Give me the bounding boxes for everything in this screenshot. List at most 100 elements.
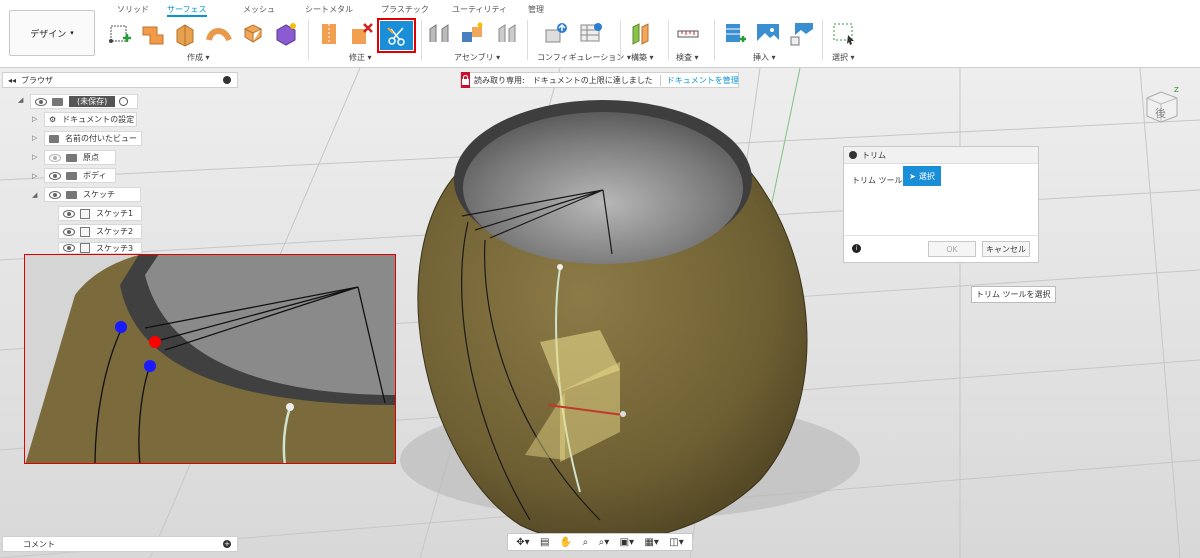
group-inspect[interactable]: 検査 ▾ xyxy=(676,52,699,63)
activate-radio-icon[interactable] xyxy=(119,97,129,106)
insert-derive-icon[interactable] xyxy=(722,21,748,47)
expand-triangle-icon[interactable]: ▷ xyxy=(32,172,37,180)
add-comment-icon[interactable]: + xyxy=(223,540,231,548)
eye-hidden-icon[interactable] xyxy=(49,153,61,162)
tab-surface[interactable]: サーフェス xyxy=(167,4,207,15)
tab-mesh[interactable]: メッシュ xyxy=(243,4,275,15)
zoom-window-icon[interactable]: ⌕▾ xyxy=(599,537,610,548)
blue-point-marker xyxy=(144,360,156,372)
orbit-icon[interactable]: ✥▾ xyxy=(516,537,529,548)
group-select[interactable]: 選択 ▾ xyxy=(832,52,855,63)
collapse-triangle-icon[interactable]: ◢ xyxy=(32,191,37,199)
display-settings-icon[interactable]: ▣▾ xyxy=(620,537,634,548)
scissors-icon xyxy=(386,26,405,46)
info-icon[interactable]: i xyxy=(852,244,861,253)
group-construct[interactable]: 構築 ▾ xyxy=(631,52,654,63)
group-create[interactable]: 作成 ▾ xyxy=(187,52,210,63)
cancel-button[interactable]: キャンセル xyxy=(982,241,1030,257)
grid-settings-icon[interactable]: ▦▾ xyxy=(644,537,658,548)
window-select-icon[interactable] xyxy=(831,21,857,47)
create-sketch-icon[interactable] xyxy=(107,21,133,47)
expand-triangle-icon[interactable]: ◢ xyxy=(18,96,23,104)
joint-icon[interactable] xyxy=(426,21,452,47)
tree-item-origin[interactable]: 原点 xyxy=(44,150,116,165)
offset-plane-icon[interactable] xyxy=(628,21,654,47)
sweep-icon[interactable] xyxy=(206,21,232,47)
new-component-icon[interactable] xyxy=(459,21,485,47)
viewcube-face-label: 後 xyxy=(1155,106,1166,120)
readonly-label: 読み取り専用: xyxy=(474,75,525,85)
tree-item-sketches[interactable]: スケッチ xyxy=(44,187,141,202)
tab-utility[interactable]: ユーティリティ xyxy=(452,4,507,15)
tab-solid[interactable]: ソリッド xyxy=(117,4,149,15)
viewcube[interactable]: 後 Z xyxy=(1143,86,1181,124)
expand-triangle-icon[interactable]: ▷ xyxy=(32,115,37,123)
revolve-icon[interactable] xyxy=(172,21,198,47)
opening-inner xyxy=(463,112,743,264)
tree-item-root[interactable]: (未保存) xyxy=(30,94,138,109)
patch-icon[interactable] xyxy=(273,21,299,47)
readonly-banner: 読み取り専用: ドキュメントの上限に達しました ドキュメントを管理 xyxy=(460,72,739,88)
collapse-panel-icon[interactable]: ◂◂ xyxy=(8,76,16,85)
tree-item-bodies[interactable]: ボディ xyxy=(44,168,116,183)
dialog-collapse-icon[interactable] xyxy=(849,151,857,159)
sketch-point[interactable] xyxy=(557,264,563,270)
look-at-icon[interactable]: ▤ xyxy=(540,537,549,548)
expand-triangle-icon[interactable]: ▷ xyxy=(32,134,37,142)
eye-icon[interactable] xyxy=(63,227,75,236)
trim-button[interactable] xyxy=(380,21,413,50)
measure-icon[interactable] xyxy=(675,21,701,47)
lock-icon xyxy=(461,72,470,88)
workspace-switcher[interactable]: デザイン ▾ xyxy=(9,10,95,56)
tree-item-label: ドキュメントの設定 xyxy=(62,115,135,124)
insert-image-icon[interactable] xyxy=(755,21,781,47)
eye-icon[interactable] xyxy=(35,97,47,106)
insert-canvas-icon[interactable] xyxy=(789,21,815,47)
comment-panel[interactable]: コメント + xyxy=(2,536,238,552)
panel-toggle-icon[interactable] xyxy=(223,76,231,84)
unstitch-icon[interactable] xyxy=(348,21,374,47)
group-insert[interactable]: 挿入 ▾ xyxy=(753,52,776,63)
separator xyxy=(620,20,621,60)
sketch-icon xyxy=(80,243,90,253)
tree-item-doc-settings[interactable]: ⚙ ドキュメントの設定 xyxy=(44,112,137,127)
configure-icon[interactable] xyxy=(544,21,570,47)
dialog-header[interactable]: トリム xyxy=(844,147,1038,164)
viewports-icon[interactable]: ◫▾ xyxy=(669,537,683,548)
tree-item-sketch3[interactable]: スケッチ3 xyxy=(58,242,142,254)
select-label: 選択 xyxy=(918,171,935,181)
tree-item-sketch1[interactable]: スケッチ1 xyxy=(58,206,142,221)
eye-icon[interactable] xyxy=(63,244,75,252)
loft-icon[interactable] xyxy=(240,21,266,47)
eye-icon[interactable] xyxy=(63,209,75,218)
separator xyxy=(527,20,528,60)
eye-icon[interactable] xyxy=(49,171,61,180)
tooltip: トリム ツールを選択 xyxy=(971,286,1056,303)
manage-documents-link[interactable]: ドキュメントを管理 xyxy=(659,74,739,86)
group-modify[interactable]: 修正 ▾ xyxy=(349,52,372,63)
folder-icon xyxy=(49,134,59,143)
extrude-icon[interactable] xyxy=(140,21,166,47)
ok-button[interactable]: OK xyxy=(928,241,976,257)
tab-sheet-metal[interactable]: シートメタル xyxy=(305,4,353,15)
stitch-icon[interactable] xyxy=(316,21,342,47)
as-built-joint-icon[interactable] xyxy=(494,21,520,47)
tab-plastic[interactable]: プラスチック xyxy=(381,4,429,15)
zoom-icon[interactable]: ⌕ xyxy=(583,537,589,548)
eye-icon[interactable] xyxy=(49,190,61,199)
group-assemble[interactable]: アセンブリ ▾ xyxy=(454,52,500,63)
folder-icon xyxy=(66,153,77,162)
browser-header[interactable]: ◂◂ ブラウザ xyxy=(2,72,238,88)
sketch-point[interactable] xyxy=(620,411,626,417)
expand-triangle-icon[interactable]: ▷ xyxy=(32,153,37,161)
tab-manage[interactable]: 管理 xyxy=(528,4,544,15)
separator xyxy=(308,20,309,60)
trim-tool-select-button[interactable]: ➤ 選択 xyxy=(903,166,941,186)
group-configure[interactable]: コンフィギュレーション ▾ xyxy=(537,52,631,63)
active-tab-indicator xyxy=(167,15,207,17)
tree-item-label: スケッチ3 xyxy=(96,243,134,253)
tree-item-sketch2[interactable]: スケッチ2 xyxy=(58,224,142,239)
pan-icon[interactable]: ✋ xyxy=(560,537,572,548)
tree-item-named-views[interactable]: 名前の付いたビュー xyxy=(44,131,142,146)
configuration-table-icon[interactable] xyxy=(578,21,604,47)
